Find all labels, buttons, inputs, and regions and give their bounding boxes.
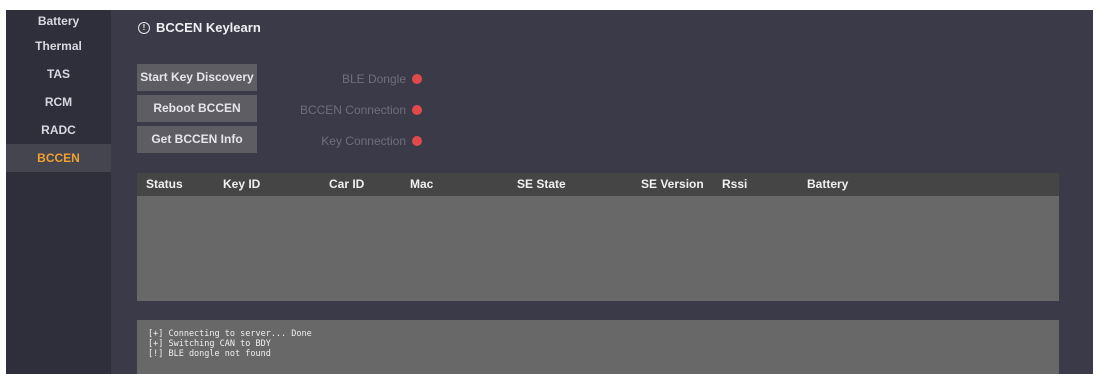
sidebar-item-bccen[interactable]: BCCEN [6, 144, 111, 172]
sidebar-item-rcm[interactable]: RCM [6, 88, 111, 116]
page-title-text: BCCEN Keylearn [156, 20, 261, 35]
status-label: BCCEN Connection [299, 103, 406, 117]
column-header-car-id[interactable]: Car ID [329, 173, 364, 196]
log-console[interactable]: [+] Connecting to server... Done [+] Swi… [137, 320, 1059, 374]
status-indicator-dot [412, 136, 422, 146]
status-bccen-connection: BCCEN Connection [266, 102, 422, 118]
status-key-connection: Key Connection [266, 133, 422, 149]
reboot-bccen-button[interactable]: Reboot BCCEN [137, 95, 257, 122]
status-label: BLE Dongle [341, 72, 406, 86]
column-header-key-id[interactable]: Key ID [223, 173, 260, 196]
column-header-rssi[interactable]: Rssi [722, 173, 747, 196]
sidebar-item-battery[interactable]: Battery [6, 10, 111, 32]
sidebar-item-thermal[interactable]: Thermal [6, 32, 111, 60]
get-bccen-info-button[interactable]: Get BCCEN Info [137, 126, 257, 153]
page-title: ! BCCEN Keylearn [138, 20, 261, 36]
column-header-se-version[interactable]: SE Version [641, 173, 704, 196]
log-line: [+] Connecting to server... Done [148, 329, 312, 339]
log-line: [+] Switching CAN to BDY [148, 339, 271, 349]
status-label: Key Connection [321, 134, 406, 148]
table-header: Status Key ID Car ID Mac SE State SE Ver… [137, 173, 1059, 196]
status-indicator-dot [412, 105, 422, 115]
column-header-status[interactable]: Status [146, 173, 183, 196]
info-icon: ! [138, 22, 150, 34]
column-header-se-state[interactable]: SE State [517, 173, 566, 196]
status-ble-dongle: BLE Dongle [266, 71, 422, 87]
sidebar-item-tas[interactable]: TAS [6, 60, 111, 88]
app-window: Battery Thermal TAS RCM RADC BCCEN ! BCC… [6, 10, 1093, 374]
status-indicator-dot [412, 74, 422, 84]
log-line: [!] BLE dongle not found [148, 349, 271, 359]
column-header-mac[interactable]: Mac [410, 173, 433, 196]
keys-table[interactable]: Status Key ID Car ID Mac SE State SE Ver… [137, 173, 1059, 301]
column-header-battery[interactable]: Battery [807, 173, 848, 196]
sidebar: Battery Thermal TAS RCM RADC BCCEN [6, 10, 111, 374]
sidebar-item-radc[interactable]: RADC [6, 116, 111, 144]
start-key-discovery-button[interactable]: Start Key Discovery [137, 64, 257, 91]
